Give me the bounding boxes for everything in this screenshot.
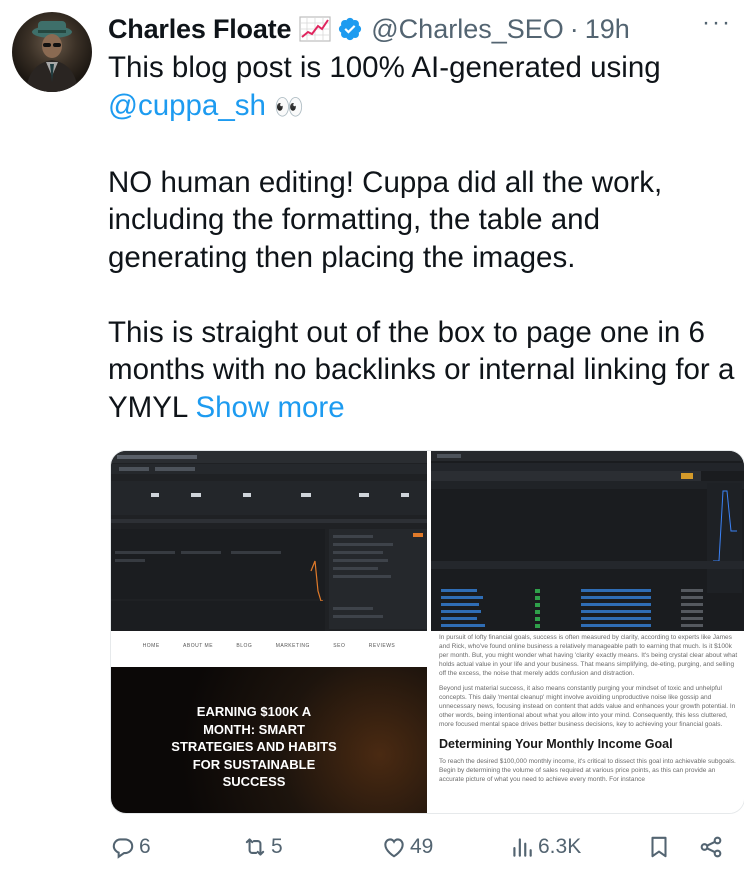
blog-nav-item: SEO <box>333 643 346 649</box>
article-paragraph: To reach the desired $100,000 monthly in… <box>439 758 736 783</box>
blog-nav-item: REVIEWS <box>368 643 396 649</box>
tweet-text: This blog post is 100% AI-generated usin… <box>108 49 740 426</box>
media-image-blog-banner[interactable]: HOME ABOUT ME BLOG MARKETING SEO REVIEWS… <box>111 633 427 813</box>
blog-banner: EARNING $100K A MONTH: SMART STRATEGIES … <box>111 667 427 813</box>
analytics-icon <box>513 838 532 857</box>
bookmark-button[interactable] <box>646 834 672 860</box>
bookmark-icon <box>651 836 667 858</box>
repost-count: 5 <box>271 835 283 858</box>
tweet-paragraph-2: NO human editing! Cuppa did all the work… <box>108 165 671 274</box>
share-icon <box>700 836 722 858</box>
tweet-header: Charles Floate @Charles_SEO · 19h ··· <box>108 9 738 47</box>
media-image-article[interactable]: In pursuit of lofty financial goals, suc… <box>431 633 744 813</box>
reply-icon <box>112 838 134 859</box>
article-paragraph: Beyond just material success, it also me… <box>439 685 736 728</box>
repost-button[interactable]: 5 <box>242 834 283 860</box>
blog-nav-item: MARKETING <box>275 643 310 649</box>
share-button[interactable] <box>698 834 724 860</box>
like-button[interactable]: 49 <box>381 834 433 860</box>
show-more-link[interactable]: Show more <box>195 391 344 424</box>
avatar[interactable] <box>12 12 92 92</box>
keyword-table-screenshot <box>431 451 744 628</box>
post-time[interactable]: 19h <box>585 14 630 45</box>
blog-nav-item: HOME <box>142 643 160 649</box>
media-image-seo-dashboard[interactable] <box>111 451 427 631</box>
blog-nav-item: BLOG <box>236 643 253 649</box>
article-heading: Determining Your Monthly Income Goal <box>439 737 673 751</box>
heart-icon <box>384 838 404 858</box>
eyes-emoji: 👀 <box>274 93 304 121</box>
dashboard-screenshot <box>111 451 427 631</box>
reply-button[interactable]: 6 <box>110 834 151 860</box>
time-separator: · <box>569 13 579 44</box>
media-grid: HOME ABOUT ME BLOG MARKETING SEO REVIEWS… <box>110 450 744 814</box>
blog-nav-item: ABOUT ME <box>183 643 214 649</box>
reply-count: 6 <box>139 835 151 858</box>
author-name[interactable]: Charles Floate <box>108 14 291 45</box>
banner-title: EARNING $100K A MONTH: SMART STRATEGIES … <box>171 704 337 789</box>
blog-nav: HOME ABOUT ME BLOG MARKETING SEO REVIEWS <box>111 633 427 649</box>
views-button[interactable]: 6.3K <box>509 834 581 860</box>
article-paragraph: In pursuit of lofty financial goals, suc… <box>439 634 738 677</box>
like-count: 49 <box>410 835 434 858</box>
verified-badge-icon <box>337 16 363 42</box>
avatar-image <box>26 21 78 92</box>
chart-increasing-icon <box>299 16 331 42</box>
media-image-keyword-table[interactable] <box>431 451 744 631</box>
tweet-line-1: This blog post is 100% AI-generated usin… <box>108 51 661 84</box>
view-count: 6.3K <box>538 835 582 858</box>
repost-icon <box>245 838 265 856</box>
author-handle[interactable]: @Charles_SEO <box>371 14 563 45</box>
more-options-icon[interactable]: ··· <box>702 9 732 37</box>
mention-link[interactable]: @cuppa_sh <box>108 89 266 122</box>
action-bar: 6 5 49 6.3K <box>110 830 740 864</box>
